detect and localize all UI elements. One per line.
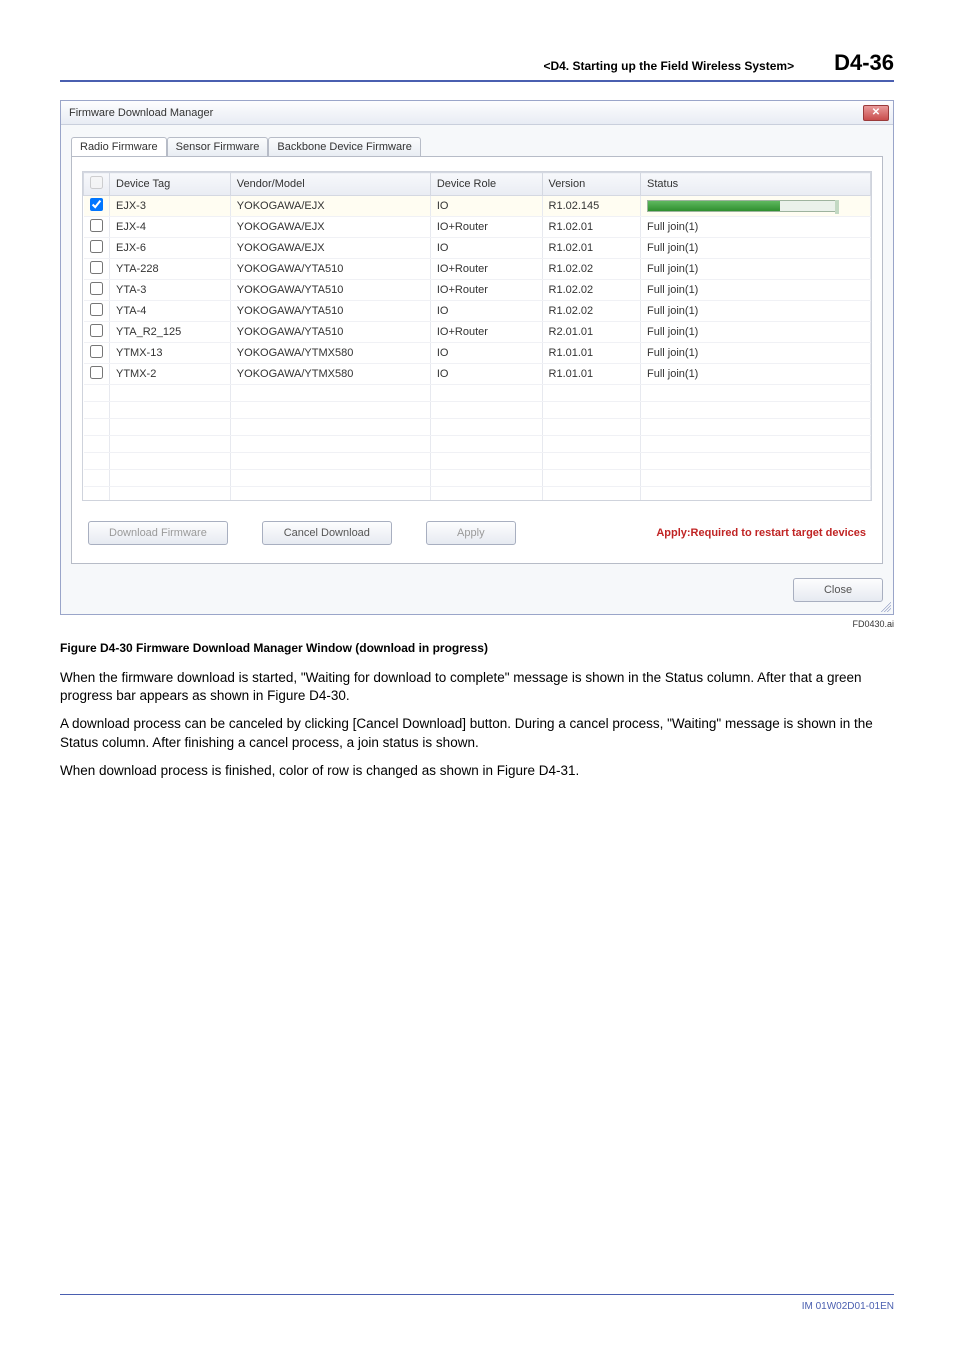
- paragraph: When download process is finished, color…: [60, 762, 894, 780]
- column-device-role[interactable]: Device Role: [430, 173, 542, 196]
- header-page-number: D4-36: [834, 50, 894, 76]
- close-icon[interactable]: ✕: [863, 105, 889, 121]
- device-grid: Device Tag Vendor/Model Device Role Vers…: [82, 171, 872, 501]
- figure-caption: Figure D4-30 Firmware Download Manager W…: [60, 641, 894, 655]
- cell-device-tag: EJX-3: [110, 196, 231, 217]
- page-header: <D4. Starting up the Field Wireless Syst…: [60, 50, 894, 82]
- row-checkbox[interactable]: [90, 219, 103, 232]
- cell-version: R1.02.145: [542, 196, 640, 217]
- paragraph: A download process can be canceled by cl…: [60, 715, 894, 751]
- table-row[interactable]: YTA_R2_125 YOKOGAWA/YTA510 IO+Router R2.…: [84, 322, 871, 343]
- cell-status: [641, 196, 871, 217]
- footer-doc-id: IM 01W02D01-01EN: [802, 1301, 894, 1312]
- cancel-download-button[interactable]: Cancel Download: [262, 521, 392, 545]
- table-row[interactable]: EJX-6 YOKOGAWA/EJX IO R1.02.01 Full join…: [84, 238, 871, 259]
- cell-vendor: YOKOGAWA/EJX: [230, 196, 430, 217]
- download-firmware-button[interactable]: Download Firmware: [88, 521, 228, 545]
- window-title: Firmware Download Manager: [69, 107, 213, 119]
- apply-note: Apply:Required to restart target devices: [656, 527, 866, 539]
- figure-id: FD0430.ai: [60, 619, 894, 629]
- table-row[interactable]: YTA-228 YOKOGAWA/YTA510 IO+Router R1.02.…: [84, 259, 871, 280]
- row-checkbox[interactable]: [90, 324, 103, 337]
- tab-strip: Radio Firmware Sensor Firmware Backbone …: [71, 137, 883, 156]
- firmware-window: Firmware Download Manager ✕ Radio Firmwa…: [60, 100, 894, 615]
- page-footer: IM 01W02D01-01EN: [60, 1294, 894, 1312]
- column-checkbox[interactable]: [84, 173, 110, 196]
- table-row[interactable]: YTMX-13 YOKOGAWA/YTMX580 IO R1.01.01 Ful…: [84, 343, 871, 364]
- row-checkbox[interactable]: [90, 345, 103, 358]
- tab-radio-firmware[interactable]: Radio Firmware: [71, 137, 167, 156]
- header-section-title: <D4. Starting up the Field Wireless Syst…: [543, 59, 794, 73]
- row-checkbox[interactable]: [90, 303, 103, 316]
- row-checkbox[interactable]: [90, 261, 103, 274]
- row-checkbox[interactable]: [90, 198, 103, 211]
- cell-role: IO: [430, 196, 542, 217]
- table-row[interactable]: EJX-3 YOKOGAWA/EJX IO R1.02.145: [84, 196, 871, 217]
- column-status[interactable]: Status: [641, 173, 871, 196]
- progress-bar: [647, 200, 837, 212]
- tab-sensor-firmware[interactable]: Sensor Firmware: [167, 137, 269, 156]
- column-version[interactable]: Version: [542, 173, 640, 196]
- table-row[interactable]: EJX-4 YOKOGAWA/EJX IO+Router R1.02.01 Fu…: [84, 217, 871, 238]
- row-checkbox[interactable]: [90, 366, 103, 379]
- table-row[interactable]: YTA-4 YOKOGAWA/YTA510 IO R1.02.02 Full j…: [84, 301, 871, 322]
- tab-backbone-firmware[interactable]: Backbone Device Firmware: [268, 137, 421, 156]
- tab-panel: Device Tag Vendor/Model Device Role Vers…: [71, 156, 883, 564]
- column-vendor-model[interactable]: Vendor/Model: [230, 173, 430, 196]
- apply-button[interactable]: Apply: [426, 521, 516, 545]
- table-row[interactable]: YTA-3 YOKOGAWA/YTA510 IO+Router R1.02.02…: [84, 280, 871, 301]
- resize-grip-icon[interactable]: [881, 602, 891, 612]
- window-titlebar: Firmware Download Manager ✕: [61, 101, 893, 125]
- table-row[interactable]: YTMX-2 YOKOGAWA/YTMX580 IO R1.01.01 Full…: [84, 364, 871, 385]
- row-checkbox[interactable]: [90, 282, 103, 295]
- column-device-tag[interactable]: Device Tag: [110, 173, 231, 196]
- row-checkbox[interactable]: [90, 240, 103, 253]
- close-button[interactable]: Close: [793, 578, 883, 602]
- paragraph: When the firmware download is started, "…: [60, 669, 894, 705]
